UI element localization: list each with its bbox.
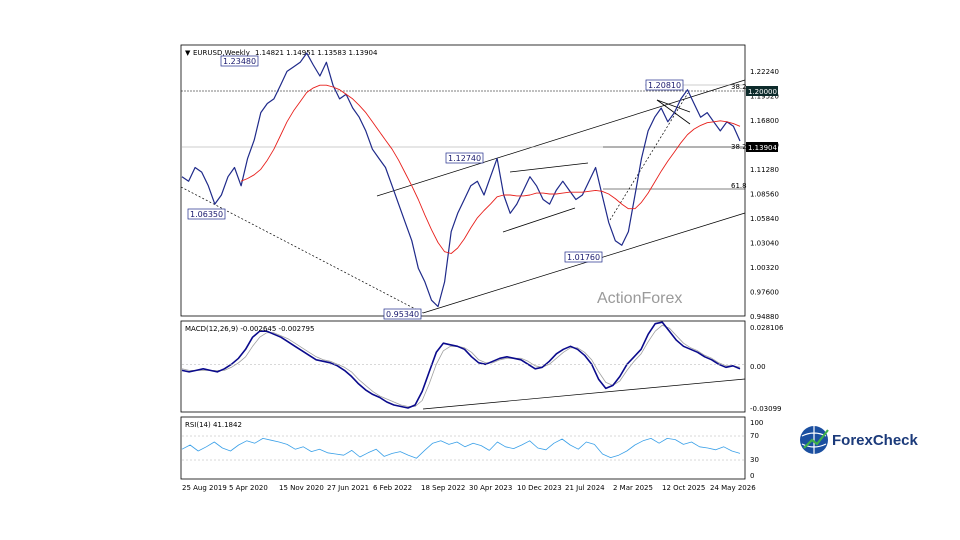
x-tick: 24 May 2026 bbox=[710, 484, 756, 492]
macd-y-tick: 0.028106 bbox=[750, 324, 784, 332]
brand-logo: ForexCheck bbox=[800, 426, 919, 454]
rsi-panel bbox=[180, 416, 746, 480]
annotation-low-2020: 1.06350 bbox=[190, 210, 223, 219]
level-label-current: 1.13904 bbox=[748, 144, 777, 152]
brand-name: ForexCheck bbox=[832, 432, 919, 449]
annotation-high-2025: 1.20810 bbox=[648, 81, 681, 90]
watermark: ActionForex bbox=[597, 290, 682, 307]
x-tick: 10 Dec 2023 bbox=[517, 484, 562, 492]
x-tick: 18 Sep 2022 bbox=[421, 484, 465, 492]
price-y-tick: 0.94880 bbox=[750, 313, 779, 321]
header-arrow-icon: ▼ bbox=[185, 49, 191, 57]
price-y-tick: 0.97600 bbox=[750, 289, 779, 297]
x-tick: 5 Apr 2020 bbox=[229, 484, 268, 492]
rsi-y-tick: 70 bbox=[750, 432, 759, 440]
chart: ▼ EURUSD,Weekly 1.14821 1.14951 1.13583 … bbox=[180, 44, 919, 492]
price-y-tick: 1.22240 bbox=[750, 68, 779, 76]
rsi-y-tick: 100 bbox=[750, 419, 763, 427]
rsi-y-tick: 0 bbox=[750, 472, 754, 480]
price-y-tick: 1.05840 bbox=[750, 215, 779, 223]
x-tick: 25 Aug 2019 bbox=[182, 484, 227, 492]
x-tick: 21 Jul 2024 bbox=[565, 484, 605, 492]
x-tick: 27 Jun 2021 bbox=[327, 484, 369, 492]
annotation-low-2025: 1.01760 bbox=[567, 253, 600, 262]
price-y-tick: 1.00320 bbox=[750, 264, 779, 272]
price-y-tick: 1.16800 bbox=[750, 117, 779, 125]
macd-y-tick: -0.03099 bbox=[750, 405, 781, 413]
x-tick: 15 Nov 2020 bbox=[279, 484, 324, 492]
x-tick: 12 Oct 2025 bbox=[662, 484, 705, 492]
annotation-high-2021: 1.23480 bbox=[223, 57, 256, 66]
rsi-title: RSI(14) 41.1842 bbox=[185, 421, 242, 429]
price-y-tick: 1.11280 bbox=[750, 166, 779, 174]
x-tick: 6 Feb 2022 bbox=[373, 484, 412, 492]
macd-y-tick: 0.00 bbox=[750, 363, 766, 371]
fib-618-label: 61.8 bbox=[731, 182, 747, 190]
price-y-tick: 1.03040 bbox=[750, 240, 779, 248]
level-label-120000: 1.20000 bbox=[748, 88, 777, 96]
x-tick: 30 Apr 2023 bbox=[469, 484, 512, 492]
annotation-low-2022: 0.95340 bbox=[386, 310, 419, 319]
price-y-tick: 1.08560 bbox=[750, 191, 779, 199]
rsi-y-tick: 30 bbox=[750, 456, 759, 464]
fib-382-top-label: 38.2 bbox=[731, 83, 747, 91]
macd-title: MACD(12,26,9) -0.002645 -0.002795 bbox=[185, 325, 314, 333]
fib-382-label: 38.2 bbox=[731, 143, 747, 151]
x-tick: 2 Mar 2025 bbox=[613, 484, 653, 492]
annotation-high-2023: 1.12740 bbox=[448, 154, 481, 163]
header-ohlc: 1.14821 1.14951 1.13583 1.13904 bbox=[255, 49, 378, 57]
macd-panel bbox=[180, 320, 746, 413]
